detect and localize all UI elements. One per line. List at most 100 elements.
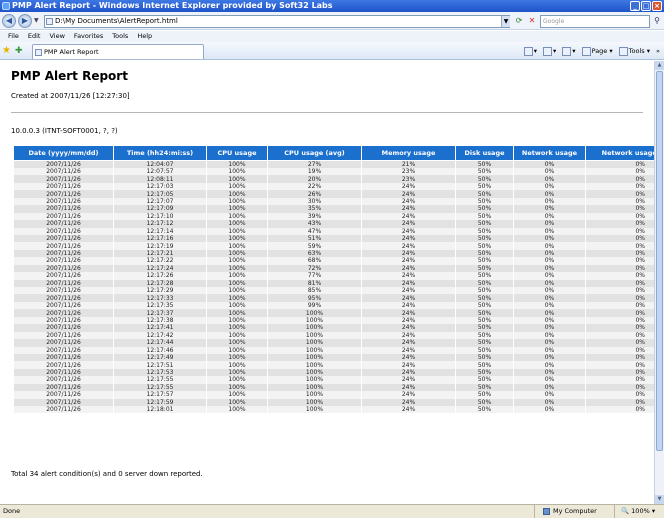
menu-tools[interactable]: Tools — [112, 31, 128, 42]
table-cell: 2007/11/26 — [13, 324, 114, 332]
zoom-control[interactable]: 🔍 100% ▾ — [614, 505, 664, 518]
table-cell: 24% — [361, 279, 456, 287]
table-cell: 0% — [513, 353, 586, 362]
home-button[interactable]: ▾ — [523, 45, 537, 57]
table-cell: 12:17:12 — [113, 220, 207, 228]
minimize-button[interactable]: _ — [630, 1, 640, 11]
table-cell: 95% — [267, 294, 362, 302]
table-cell: 0% — [513, 391, 586, 399]
print-button[interactable]: ▾ — [562, 45, 576, 57]
table-cell: 63% — [267, 249, 362, 258]
page-menu-button[interactable]: Page ▾ — [581, 45, 613, 57]
menu-file[interactable]: File — [8, 31, 19, 42]
table-cell: 50% — [455, 361, 514, 369]
vertical-scrollbar[interactable]: ▲ ▼ — [654, 61, 664, 504]
menu-edit[interactable]: Edit — [28, 31, 41, 42]
table-cell: 12:17:14 — [113, 227, 207, 235]
address-input[interactable]: D:\My Documents\AlertReport.html — [44, 15, 510, 28]
table-cell: 50% — [455, 331, 514, 340]
table-cell: 50% — [455, 168, 514, 176]
table-cell: 0% — [513, 324, 586, 332]
table-cell: 20% — [267, 175, 362, 183]
table-cell: 12:17:46 — [113, 346, 207, 354]
gear-icon — [618, 46, 628, 56]
menu-bar: File Edit View Favorites Tools Help — [0, 31, 664, 42]
table-cell: 100% — [206, 353, 268, 362]
back-button[interactable]: ◀ — [2, 14, 16, 28]
table-cell: 47% — [267, 227, 362, 235]
scroll-down-icon[interactable]: ▼ — [655, 495, 664, 504]
table-cell: 2007/11/26 — [13, 287, 114, 295]
table-cell: 2007/11/26 — [13, 197, 114, 206]
tab-page-icon — [35, 49, 42, 56]
scroll-thumb[interactable] — [656, 71, 663, 451]
table-row: 2007/11/26 12:08:11 100% 20% 23% 50% 0% 0% — [13, 175, 664, 183]
table-cell: 100% — [206, 220, 268, 228]
forward-button[interactable]: ▶ — [18, 14, 32, 28]
table-cell: 100% — [206, 205, 268, 213]
history-dropdown[interactable]: ▼ — [34, 17, 39, 24]
table-cell: 12:17:42 — [113, 331, 207, 340]
table-cell: 50% — [455, 279, 514, 287]
table-cell: 12:17:24 — [113, 264, 207, 273]
table-row: 2007/11/26 12:17:16 100% 51% 24% 50% 0% 0% — [13, 234, 664, 243]
table-cell: 12:17:07 — [113, 197, 207, 206]
favorites-star-icon[interactable]: ★ — [2, 45, 11, 57]
table-cell: 2007/11/26 — [13, 383, 114, 392]
ie-icon — [2, 2, 10, 10]
table-cell: 100% — [206, 361, 268, 369]
add-favorite-icon[interactable]: ✚ — [15, 45, 23, 57]
alert-table-body: 2007/11/26 12:04:07 100% 27% 21% 50% 0% 0% 2007/… — [13, 160, 664, 414]
table-cell: 100% — [267, 331, 362, 340]
search-input[interactable]: Google — [540, 15, 650, 28]
table-cell: 59% — [267, 242, 362, 250]
menu-view[interactable]: View — [49, 31, 64, 42]
menu-favorites[interactable]: Favorites — [74, 31, 103, 42]
table-cell: 0% — [585, 391, 664, 399]
maximize-button[interactable]: □ — [641, 1, 651, 11]
table-cell: 50% — [455, 383, 514, 392]
table-cell: 12:17:49 — [113, 353, 207, 362]
table-cell: 100% — [267, 398, 362, 406]
search-icon[interactable]: ⚲ — [651, 15, 663, 27]
table-cell: 77% — [267, 272, 362, 280]
menu-help[interactable]: Help — [137, 31, 152, 42]
table-cell: 0% — [513, 398, 586, 406]
table-cell: 50% — [455, 257, 514, 265]
table-cell: 0% — [513, 168, 586, 176]
table-row: 2007/11/26 12:17:41 100% 100% 24% 50% 0% 0% — [13, 324, 664, 332]
table-cell: 2007/11/26 — [13, 190, 114, 198]
refresh-icon[interactable]: ⟳ — [513, 15, 525, 27]
table-cell: 0% — [513, 376, 586, 384]
table-cell: 0% — [585, 249, 664, 258]
table-cell: 12:17:26 — [113, 272, 207, 280]
scroll-up-icon[interactable]: ▲ — [655, 61, 664, 70]
chevron-more-icon[interactable]: » — [656, 45, 660, 57]
page-title: PMP Alert Report — [11, 69, 128, 83]
table-cell: 0% — [513, 182, 586, 191]
table-cell: 100% — [206, 383, 268, 392]
table-cell: 50% — [455, 294, 514, 302]
stop-icon[interactable]: ✕ — [526, 15, 538, 27]
table-header-row: Date (yyyy/mm/dd) Time (hh24:mi:ss) CPU … — [13, 145, 664, 161]
table-cell: 100% — [206, 257, 268, 265]
table-cell: 100% — [206, 376, 268, 384]
table-cell: 12:17:21 — [113, 249, 207, 258]
table-cell: 2007/11/26 — [13, 376, 114, 384]
address-dropdown-button[interactable]: ▼ — [501, 16, 510, 27]
table-cell: 2007/11/26 — [13, 168, 114, 176]
table-row: 2007/11/26 12:17:42 100% 100% 24% 50% 0% 0% — [13, 331, 664, 340]
tab-alert-report[interactable]: PMP Alert Report — [32, 44, 204, 59]
table-cell: 50% — [455, 316, 514, 325]
computer-icon — [543, 507, 550, 515]
table-cell: 2007/11/26 — [13, 234, 114, 243]
table-cell: 2007/11/26 — [13, 227, 114, 235]
table-cell: 100% — [206, 331, 268, 340]
table-row: 2007/11/26 12:17:09 100% 35% 24% 50% 0% 0% — [13, 205, 664, 213]
table-cell: 100% — [206, 272, 268, 280]
table-cell: 0% — [513, 205, 586, 213]
tools-menu-button[interactable]: Tools ▾ — [618, 45, 650, 57]
close-button[interactable]: × — [652, 1, 662, 11]
feeds-button[interactable]: ▾ — [543, 45, 556, 57]
table-cell: 68% — [267, 257, 362, 265]
